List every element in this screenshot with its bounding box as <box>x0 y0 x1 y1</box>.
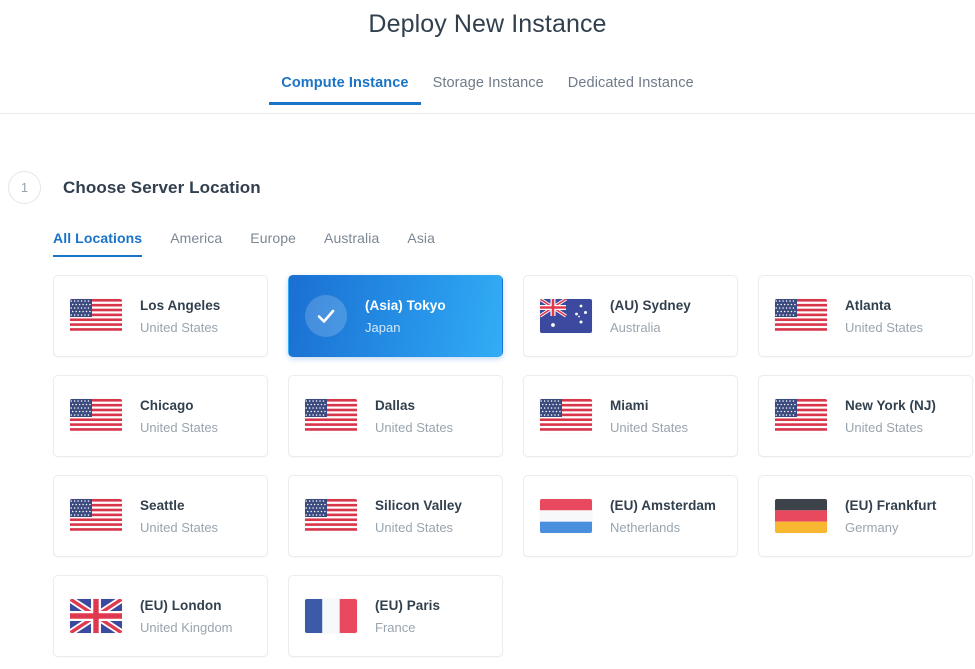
location-card[interactable]: Silicon Valley United States <box>288 475 503 557</box>
location-card[interactable]: (EU) Amsterdam Netherlands <box>523 475 738 557</box>
page-title: Deploy New Instance <box>0 0 975 38</box>
location-text: Los Angeles United States <box>140 297 220 336</box>
location-country: United States <box>375 519 462 536</box>
location-card[interactable]: Dallas United States <box>288 375 503 457</box>
location-name: New York (NJ) <box>845 397 936 415</box>
location-text: (EU) Amsterdam Netherlands <box>610 497 716 536</box>
location-card[interactable]: (EU) Frankfurt Germany <box>758 475 973 557</box>
location-card[interactable]: Miami United States <box>523 375 738 457</box>
region-tab-asia[interactable]: Asia <box>393 226 449 257</box>
location-card[interactable]: Los Angeles United States <box>53 275 268 357</box>
location-text: (AU) Sydney Australia <box>610 297 691 336</box>
location-name: Miami <box>610 397 688 415</box>
us-flag-icon <box>775 299 827 333</box>
tab-label: Dedicated Instance <box>568 75 694 91</box>
us-flag-icon <box>305 399 357 433</box>
location-card[interactable]: Atlanta United States <box>758 275 973 357</box>
us-flag-icon <box>70 499 122 533</box>
location-name: Atlanta <box>845 297 923 315</box>
location-country: Japan <box>365 319 446 336</box>
location-text: Chicago United States <box>140 397 218 436</box>
location-name: (EU) Paris <box>375 597 440 615</box>
location-name: (EU) London <box>140 597 233 615</box>
location-grid: Los Angeles United States (Asia) Tokyo Japa… <box>0 275 975 657</box>
location-country: United States <box>140 419 218 436</box>
location-country: United Kingdom <box>140 619 233 636</box>
fr-flag-icon <box>305 599 357 633</box>
tab-label: Storage Instance <box>433 75 544 91</box>
step-header: 1 Choose Server Location <box>0 171 975 204</box>
location-country: United States <box>140 519 218 536</box>
region-filter-tabs: All Locations America Europe Australia Asia <box>0 226 975 257</box>
region-tab-label: Asia <box>407 230 435 246</box>
us-flag-icon <box>70 399 122 433</box>
de-flag-icon <box>775 499 827 533</box>
gb-flag-icon <box>70 599 122 633</box>
location-country: United States <box>610 419 688 436</box>
location-card[interactable]: (EU) London United Kingdom <box>53 575 268 657</box>
location-name: (AU) Sydney <box>610 297 691 315</box>
location-card[interactable]: Seattle United States <box>53 475 268 557</box>
location-name: Los Angeles <box>140 297 220 315</box>
location-name: Chicago <box>140 397 218 415</box>
region-tab-australia[interactable]: Australia <box>310 226 393 257</box>
step-title: Choose Server Location <box>63 178 261 198</box>
location-country: United States <box>140 319 220 336</box>
tab-label: Compute Instance <box>281 75 408 91</box>
location-country: United States <box>375 419 453 436</box>
check-circle-icon <box>305 295 347 337</box>
location-country: United States <box>845 319 923 336</box>
tab-storage-instance[interactable]: Storage Instance <box>421 69 556 104</box>
location-card[interactable]: (Asia) Tokyo Japan <box>288 275 503 357</box>
location-country: France <box>375 619 440 636</box>
location-text: (EU) Paris France <box>375 597 440 636</box>
location-country: Netherlands <box>610 519 716 536</box>
location-country: Australia <box>610 319 691 336</box>
region-tab-europe[interactable]: Europe <box>236 226 310 257</box>
location-country: Germany <box>845 519 936 536</box>
location-name: Silicon Valley <box>375 497 462 515</box>
location-text: (Asia) Tokyo Japan <box>365 297 446 336</box>
location-text: Atlanta United States <box>845 297 923 336</box>
location-country: United States <box>845 419 936 436</box>
instance-type-tabs: Compute Instance Storage Instance Dedicate… <box>0 69 975 114</box>
location-text: Dallas United States <box>375 397 453 436</box>
us-flag-icon <box>540 399 592 433</box>
tab-dedicated-instance[interactable]: Dedicated Instance <box>556 69 706 104</box>
location-name: Seattle <box>140 497 218 515</box>
au-flag-icon <box>540 299 592 333</box>
nl-flag-icon <box>540 499 592 533</box>
tab-compute-instance[interactable]: Compute Instance <box>269 69 420 104</box>
location-name: (Asia) Tokyo <box>365 297 446 315</box>
us-flag-icon <box>305 499 357 533</box>
location-name: (EU) Frankfurt <box>845 497 936 515</box>
location-text: Silicon Valley United States <box>375 497 462 536</box>
location-text: (EU) London United Kingdom <box>140 597 233 636</box>
region-tab-label: All Locations <box>53 230 142 246</box>
location-text: (EU) Frankfurt Germany <box>845 497 936 536</box>
region-tab-label: Australia <box>324 230 379 246</box>
location-name: (EU) Amsterdam <box>610 497 716 515</box>
us-flag-icon <box>775 399 827 433</box>
location-text: Miami United States <box>610 397 688 436</box>
location-text: Seattle United States <box>140 497 218 536</box>
step-number-badge: 1 <box>8 171 41 204</box>
location-card[interactable]: (EU) Paris France <box>288 575 503 657</box>
us-flag-icon <box>70 299 122 333</box>
region-tab-america[interactable]: America <box>156 226 236 257</box>
location-card[interactable]: (AU) Sydney Australia <box>523 275 738 357</box>
location-card[interactable]: New York (NJ) United States <box>758 375 973 457</box>
region-tab-label: Europe <box>250 230 296 246</box>
location-text: New York (NJ) United States <box>845 397 936 436</box>
region-tab-label: America <box>170 230 222 246</box>
deploy-instance-page: Deploy New Instance Compute Instance Stor… <box>0 0 975 669</box>
location-name: Dallas <box>375 397 453 415</box>
region-tab-all-locations[interactable]: All Locations <box>53 226 156 257</box>
location-card[interactable]: Chicago United States <box>53 375 268 457</box>
